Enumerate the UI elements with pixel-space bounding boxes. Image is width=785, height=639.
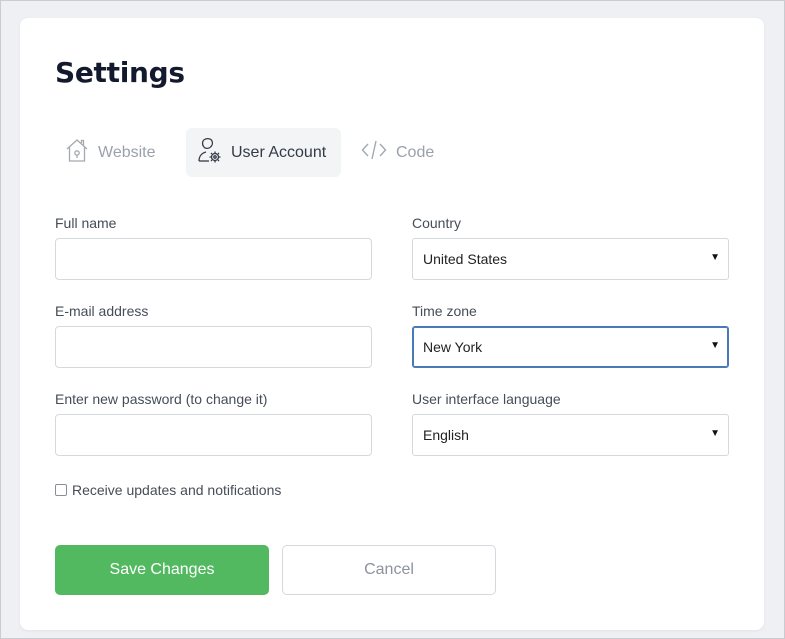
tab-website[interactable]: Website [65,128,185,177]
tab-user-account[interactable]: User Account [186,128,341,177]
timezone-label: Time zone [412,303,477,319]
home-icon [65,137,98,168]
tab-code[interactable]: Code [361,128,461,177]
password-label: Enter new password (to change it) [55,391,268,407]
language-select[interactable]: English ▼ [412,414,729,456]
notifications-option: Receive updates and notifications [55,482,281,498]
notifications-label[interactable]: Receive updates and notifications [72,482,281,498]
language-label: User interface language [412,391,561,407]
user-settings-icon [196,136,231,169]
dropdown-caret-icon: ▼ [710,340,720,351]
email-input[interactable] [55,326,372,368]
tab-user-account-label: User Account [231,143,327,161]
country-select[interactable]: United States ▼ [412,238,729,280]
page-title: Settings [55,56,185,89]
tab-website-label: Website [98,143,156,161]
settings-card: Settings Website User Account Code Full … [20,18,764,630]
dropdown-caret-icon: ▼ [710,428,720,439]
password-input[interactable] [55,414,372,456]
code-icon [361,139,396,166]
notifications-checkbox[interactable] [55,484,67,496]
timezone-value: New York [423,339,483,355]
country-label: Country [412,215,462,231]
full-name-input[interactable] [55,238,372,280]
timezone-select[interactable]: New York ▼ [412,326,729,368]
email-label: E-mail address [55,303,149,319]
cancel-button[interactable]: Cancel [282,545,496,595]
country-value: United States [423,251,508,267]
save-changes-button[interactable]: Save Changes [55,545,269,595]
dropdown-caret-icon: ▼ [710,252,720,263]
language-value: English [423,427,469,443]
tab-code-label: Code [396,143,435,161]
tab-bar: Website User Account Code [55,128,495,177]
full-name-label: Full name [55,215,117,231]
